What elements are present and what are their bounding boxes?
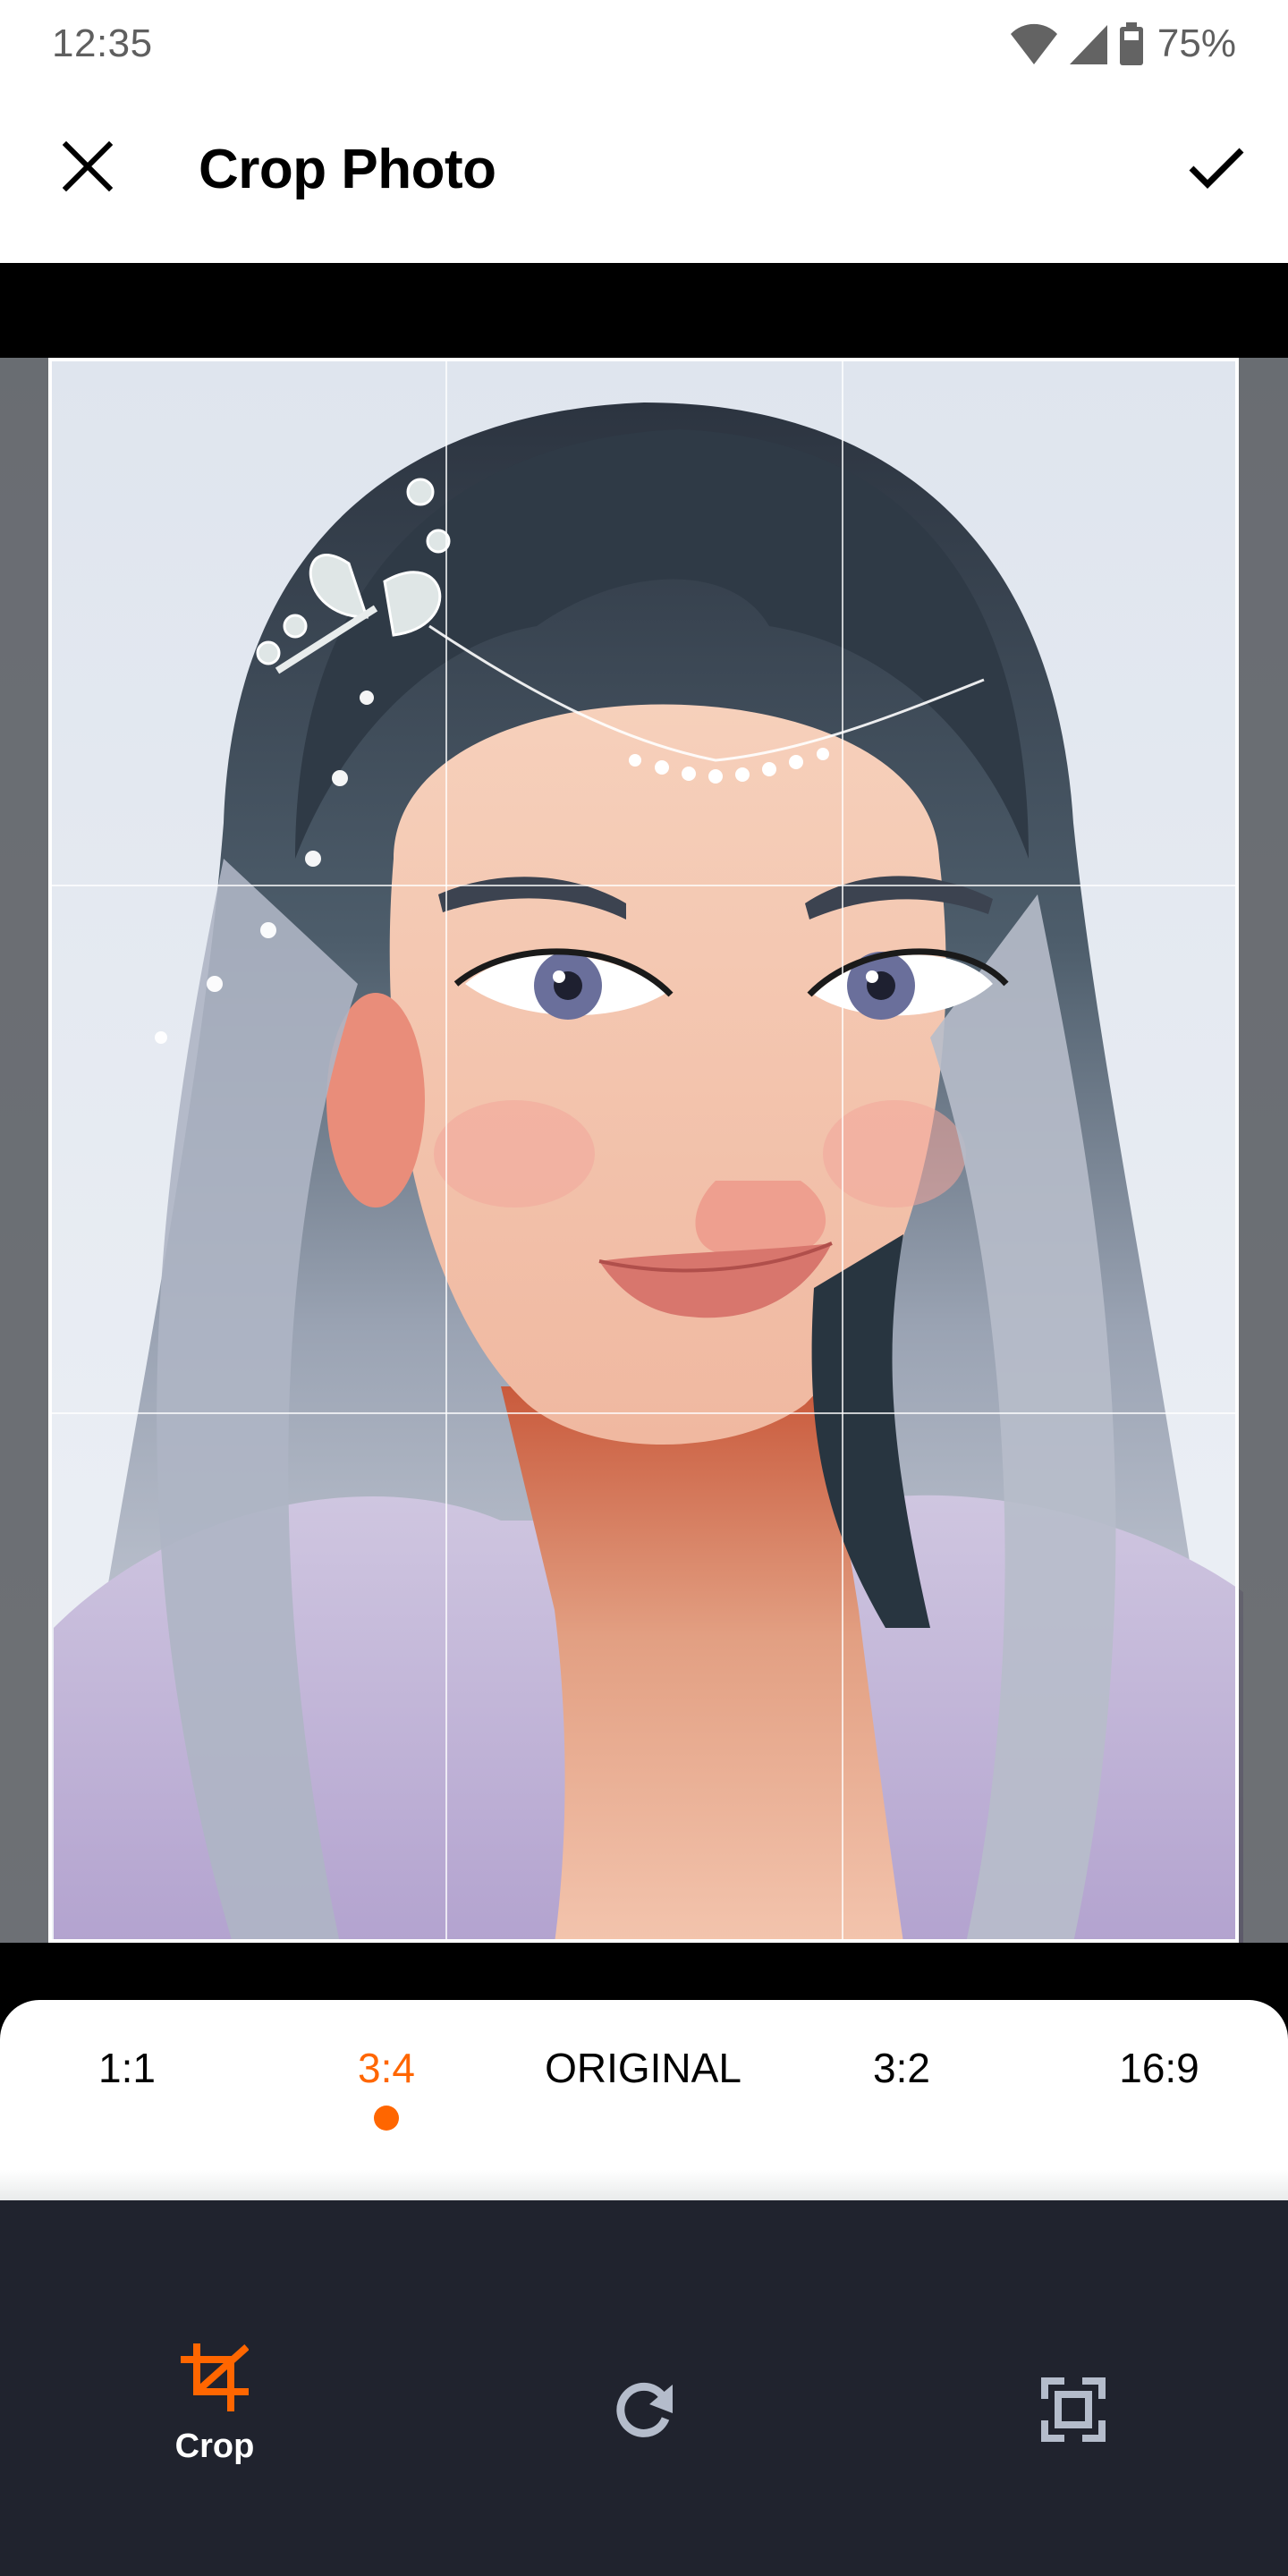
selected-indicator-dot [374,2106,399,2131]
battery-icon [1118,22,1145,65]
grid-line-vertical-1 [445,361,447,1939]
crop-frame[interactable] [48,358,1239,1943]
wifi-icon [1009,23,1059,64]
crop-overlay-left [0,358,48,1943]
grid-line-vertical-2 [842,361,843,1939]
ratio-label: 3:2 [873,2045,930,2091]
battery-percent: 75% [1157,21,1236,65]
tool-crop[interactable]: Crop [125,2343,304,2487]
fit-screen-icon [984,2377,1163,2442]
crop-icon [125,2343,304,2411]
grid-line-horizontal-1 [52,885,1235,886]
aspect-ratio-selector: 1:1 3:4 ORIGINAL 3:2 16:9 [0,2000,1288,2200]
tool-rotate[interactable] [555,2377,733,2521]
crop-overlay-right [1239,358,1288,1943]
ratio-option-original[interactable]: ORIGINAL [536,2041,750,2140]
tool-crop-label: Crop [174,2428,255,2465]
status-time: 12:35 [52,21,153,65]
tool-fit-screen[interactable] [984,2377,1163,2521]
status-icons: 75% [1009,21,1236,66]
app-bar: Crop Photo [0,89,1288,263]
confirm-button[interactable] [1181,134,1252,206]
checkmark-icon [1188,145,1245,196]
ratio-option-3-2[interactable]: 3:2 [803,2041,1000,2140]
ratio-label: 16:9 [1119,2045,1199,2091]
bottom-toolbar: Crop [0,2200,1288,2576]
close-icon [62,140,114,196]
grid-line-horizontal-2 [52,1412,1235,1414]
ratio-label: 1:1 [98,2045,156,2091]
ratio-label: ORIGINAL [545,2045,741,2091]
crop-stage [0,263,1288,2000]
cellular-signal-icon [1068,23,1109,64]
ratio-label: 3:4 [358,2045,415,2091]
rotate-icon [555,2377,733,2445]
page-title: Crop Photo [199,139,496,200]
close-button[interactable] [54,134,122,202]
ratio-option-3-4[interactable]: 3:4 [288,2041,485,2140]
status-bar: 12:35 75% [0,0,1288,89]
ratio-option-1-1[interactable]: 1:1 [29,2041,225,2140]
ratio-option-16-9[interactable]: 16:9 [1061,2041,1258,2140]
